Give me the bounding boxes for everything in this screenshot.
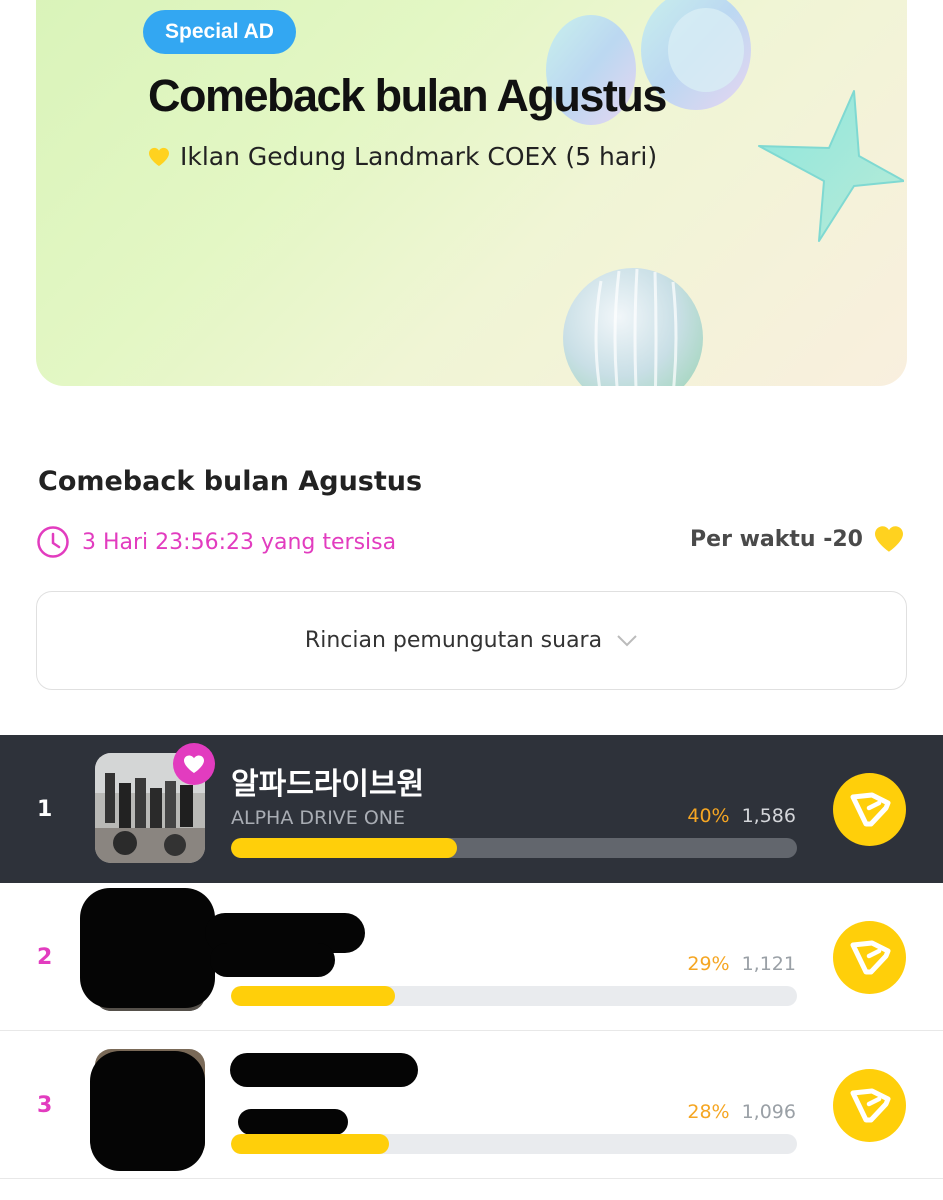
rank-number: 2 — [37, 945, 53, 970]
vote-percent: 29% — [687, 953, 730, 975]
banner-subtitle-text: Iklan Gedung Landmark COEX (5 hari) — [180, 142, 658, 171]
favorite-badge — [173, 743, 215, 785]
vote-stats: 28% 1,096 — [687, 1101, 796, 1123]
rank-number: 3 — [37, 1093, 53, 1118]
redaction-mark — [230, 1053, 418, 1087]
per-time-cost: Per waktu -20 — [690, 525, 905, 553]
redaction-mark — [80, 888, 215, 1008]
vote-progress-bar — [231, 838, 797, 858]
vote-progress-fill — [231, 1134, 390, 1154]
vote-details-label: Rincian pemungutan suara — [304, 628, 603, 653]
vote-progress-fill — [231, 986, 396, 1006]
vote-button[interactable] — [833, 1069, 906, 1142]
vote-stats: 40% 1,586 — [687, 805, 796, 827]
ranking-row-2[interactable]: 2 29% 1,121 — [0, 883, 943, 1031]
vote-section-title: Comeback bulan Agustus — [38, 466, 423, 497]
star-decoration — [758, 90, 904, 242]
banner-subtitle: Iklan Gedung Landmark COEX (5 hari) — [148, 142, 657, 171]
vote-percent: 40% — [687, 805, 730, 827]
redaction-mark — [210, 943, 335, 977]
rank-number: 1 — [37, 797, 53, 822]
vote-button[interactable] — [833, 773, 906, 846]
ranking-row-3[interactable]: 3 28% 1,096 — [0, 1031, 943, 1179]
vote-logo-icon — [850, 1088, 890, 1122]
time-remaining: 3 Hari 23:56:23 yang tersisa — [36, 525, 396, 559]
yellow-heart-icon — [875, 526, 903, 552]
banner-title: Comeback bulan Agustus — [148, 70, 667, 121]
redaction-mark — [238, 1109, 348, 1135]
yellow-heart-icon — [149, 147, 169, 166]
vote-count: 1,586 — [741, 805, 796, 827]
vote-progress-fill — [231, 838, 458, 858]
per-time-text: Per waktu -20 — [690, 526, 863, 552]
artist-name-english: ALPHA DRIVE ONE — [231, 807, 406, 829]
vote-count: 1,121 — [741, 953, 796, 975]
chevron-down-icon — [617, 634, 637, 646]
vote-progress-bar — [231, 1134, 797, 1154]
vote-logo-icon — [850, 792, 890, 826]
redaction-mark — [90, 1051, 205, 1171]
special-ad-banner[interactable]: Special AD Comeback bulan Agustus Iklan … — [36, 0, 907, 386]
vote-progress-bar — [231, 986, 797, 1006]
artist-name-korean: 알파드라이브원 — [231, 767, 425, 802]
sphere-decoration — [563, 268, 703, 386]
vote-details-button[interactable]: Rincian pemungutan suara — [36, 591, 907, 690]
time-remaining-text: 3 Hari 23:56:23 yang tersisa — [82, 529, 397, 555]
ranking-row-1[interactable]: 1 알파드라이브원 ALPHA DRIVE ONE 40% 1,586 — [0, 735, 943, 883]
pink-heart-icon — [184, 755, 204, 773]
clock-icon — [37, 526, 69, 558]
vote-count: 1,096 — [741, 1101, 796, 1123]
vote-logo-icon — [850, 940, 890, 974]
vote-button[interactable] — [833, 921, 906, 994]
vote-percent: 28% — [687, 1101, 730, 1123]
vote-stats: 29% 1,121 — [687, 953, 796, 975]
special-ad-badge: Special AD — [143, 10, 296, 54]
